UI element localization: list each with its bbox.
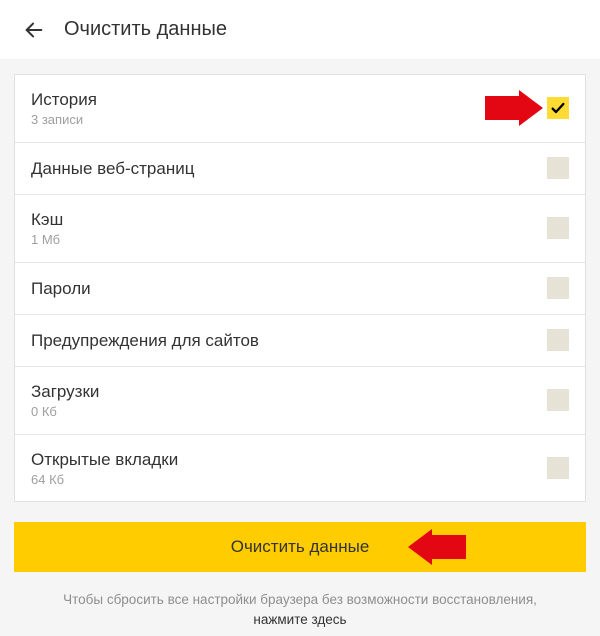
check-icon xyxy=(550,100,566,116)
page-title: Очистить данные xyxy=(64,18,227,41)
row-text: История 3 записи xyxy=(31,89,547,128)
clear-button-label: Очистить данные xyxy=(231,537,370,557)
row-sub: 64 Кб xyxy=(31,472,547,488)
row-label: Данные веб-страниц xyxy=(31,158,547,179)
row-cache[interactable]: Кэш 1 Мб xyxy=(15,195,585,263)
checkbox-downloads[interactable] xyxy=(547,389,569,411)
row-sitewarnings[interactable]: Предупреждения для сайтов xyxy=(15,315,585,367)
row-sub: 1 Мб xyxy=(31,232,547,248)
row-label: Загрузки xyxy=(31,381,547,402)
row-downloads[interactable]: Загрузки 0 Кб xyxy=(15,367,585,435)
checkbox-webdata[interactable] xyxy=(547,157,569,179)
row-label: Пароли xyxy=(31,278,547,299)
row-text: Кэш 1 Мб xyxy=(31,209,547,248)
row-label: Предупреждения для сайтов xyxy=(31,330,547,351)
footer-text: Чтобы сбросить все настройки браузера бе… xyxy=(63,592,537,607)
highlight-arrow-icon xyxy=(408,529,466,565)
row-label: История xyxy=(31,89,547,110)
footer-note: Чтобы сбросить все настройки браузера бе… xyxy=(20,590,580,629)
checkbox-opentabs[interactable] xyxy=(547,457,569,479)
row-label: Открытые вкладки xyxy=(31,449,547,470)
reset-link[interactable]: нажмите здесь xyxy=(253,612,346,627)
row-label: Кэш xyxy=(31,209,547,230)
row-passwords[interactable]: Пароли xyxy=(15,263,585,315)
checkbox-history[interactable] xyxy=(547,97,569,119)
row-sub: 0 Кб xyxy=(31,404,547,420)
header: Очистить данные xyxy=(0,0,600,60)
row-text: Данные веб-страниц xyxy=(31,158,547,179)
back-button[interactable] xyxy=(16,12,52,48)
row-opentabs[interactable]: Открытые вкладки 64 Кб xyxy=(15,435,585,502)
row-history[interactable]: История 3 записи xyxy=(15,75,585,143)
data-types-list: История 3 записи Данные веб-страниц Кэш … xyxy=(14,74,586,502)
row-sub: 3 записи xyxy=(31,112,547,128)
arrow-left-icon xyxy=(23,19,45,41)
row-webdata[interactable]: Данные веб-страниц xyxy=(15,143,585,195)
row-text: Открытые вкладки 64 Кб xyxy=(31,449,547,488)
row-text: Предупреждения для сайтов xyxy=(31,330,547,351)
row-text: Загрузки 0 Кб xyxy=(31,381,547,420)
clear-data-button[interactable]: Очистить данные xyxy=(14,522,586,572)
row-text: Пароли xyxy=(31,278,547,299)
checkbox-cache[interactable] xyxy=(547,217,569,239)
checkbox-passwords[interactable] xyxy=(547,277,569,299)
checkbox-sitewarnings[interactable] xyxy=(547,329,569,351)
